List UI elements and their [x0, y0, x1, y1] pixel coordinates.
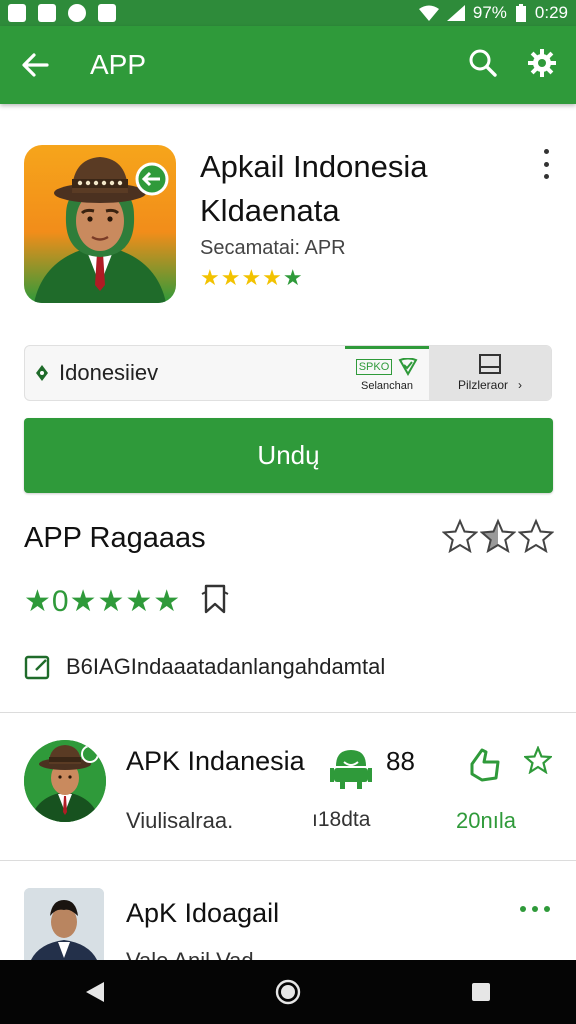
app-header: Apkail Indonesia Kldaenata Secamatai: AP…	[24, 145, 552, 305]
app-bar: APP	[0, 26, 576, 104]
battery-icon	[515, 4, 526, 22]
window-icon	[479, 354, 501, 374]
system-navigation-bar	[0, 960, 576, 1024]
portrait-illustration	[34, 157, 169, 303]
clock: 0:29	[534, 3, 568, 22]
signal-icon	[446, 5, 465, 21]
app-rating: ★★★★★	[200, 265, 304, 291]
section-divider	[0, 860, 576, 861]
list-item-title: APK Indanesia	[126, 746, 305, 776]
rating-summary-stars: ★0★★★★	[24, 585, 182, 618]
gear-icon	[528, 48, 556, 77]
verified-badge: SPKO	[355, 358, 393, 375]
app-icon	[24, 145, 176, 303]
edit-box-icon	[24, 655, 50, 680]
app-title-line1: Apkail Indonesia	[200, 149, 428, 184]
language-label: Idonesiiev	[59, 360, 159, 385]
app-rating-stars: ★★★★★	[200, 265, 304, 290]
settings-button[interactable]	[528, 48, 556, 82]
recents-square-icon[interactable]	[470, 981, 492, 1003]
app-bar-title: APP	[90, 49, 147, 80]
preview-tab-label: Pilzleraor	[457, 378, 508, 392]
section-divider	[0, 712, 576, 713]
android-icon	[330, 750, 372, 789]
list-item-subtitle: Vale Anil Vad	[126, 948, 254, 960]
list-item-title: ApK Idoagail	[126, 898, 280, 928]
app-title: Apkail Indonesia Kldaenata	[200, 145, 428, 233]
list-item[interactable]: APK Indanesia 88 Viulisalraa. ı18dta 20n…	[24, 738, 552, 838]
location-pin-icon	[36, 365, 48, 381]
star-half-icon[interactable]	[480, 518, 516, 554]
list-item[interactable]: ApK Idoagail Vale Anil Vad	[24, 886, 552, 960]
verified-tab-label: Selanchan	[361, 379, 413, 392]
notification-icon	[8, 4, 26, 22]
app-title-line2: Kldaenata	[200, 193, 340, 228]
check-shield-icon	[398, 357, 418, 376]
bookmark-icon	[201, 584, 229, 614]
language-row: Idonesiiev SPKO Selanchan Pilzleraor ›	[24, 345, 552, 401]
more-options-button[interactable]	[540, 149, 552, 179]
preview-tab[interactable]: Pilzleraor ›	[429, 346, 551, 400]
language-selector[interactable]: Idonesiiev	[25, 346, 345, 400]
list-item-subtitle: Viulisalraa.	[126, 808, 234, 833]
portrait-illustration	[24, 740, 106, 822]
image-icon	[38, 4, 56, 22]
more-options-button[interactable]	[520, 906, 550, 912]
ratings-heading: APP Ragaaas	[24, 522, 206, 554]
list-item-count: 88	[386, 746, 415, 776]
wifi-icon	[418, 5, 439, 21]
star-outline-icon[interactable]	[524, 746, 552, 774]
chevron-right-icon: ›	[518, 378, 522, 392]
search-button[interactable]	[468, 48, 498, 83]
description-text: B6IAGIndaaatadanlangahdamtal	[66, 654, 386, 679]
rate-this-app[interactable]	[442, 518, 554, 554]
list-item-meta: ı18dta	[312, 808, 371, 831]
star-outline-icon[interactable]	[518, 518, 554, 554]
arrow-left-icon	[22, 53, 49, 77]
app-notification-icon	[98, 4, 116, 22]
list-item-photo	[24, 888, 104, 960]
developer-label: Secamatai: APR	[200, 237, 346, 259]
home-circle-icon[interactable]	[274, 978, 302, 1006]
status-bar: 97% 0:29	[0, 0, 576, 26]
bookmark-button[interactable]	[200, 582, 230, 621]
back-triangle-icon[interactable]	[84, 980, 106, 1004]
thumbs-up-icon[interactable]	[466, 744, 506, 786]
back-button[interactable]	[0, 26, 70, 104]
install-button[interactable]: Undų	[24, 418, 553, 493]
search-icon	[469, 49, 497, 77]
description-row[interactable]: B6IAGIndaaatadanlangahdamtal	[24, 654, 385, 680]
verified-tab[interactable]: SPKO Selanchan	[345, 346, 429, 400]
list-item-icon	[24, 740, 106, 822]
battery-percent: 97%	[472, 3, 507, 22]
person-photo	[24, 888, 104, 960]
star-outline-icon[interactable]	[442, 518, 478, 554]
alert-icon	[68, 4, 86, 22]
list-item-right: 20nıla	[456, 808, 516, 833]
